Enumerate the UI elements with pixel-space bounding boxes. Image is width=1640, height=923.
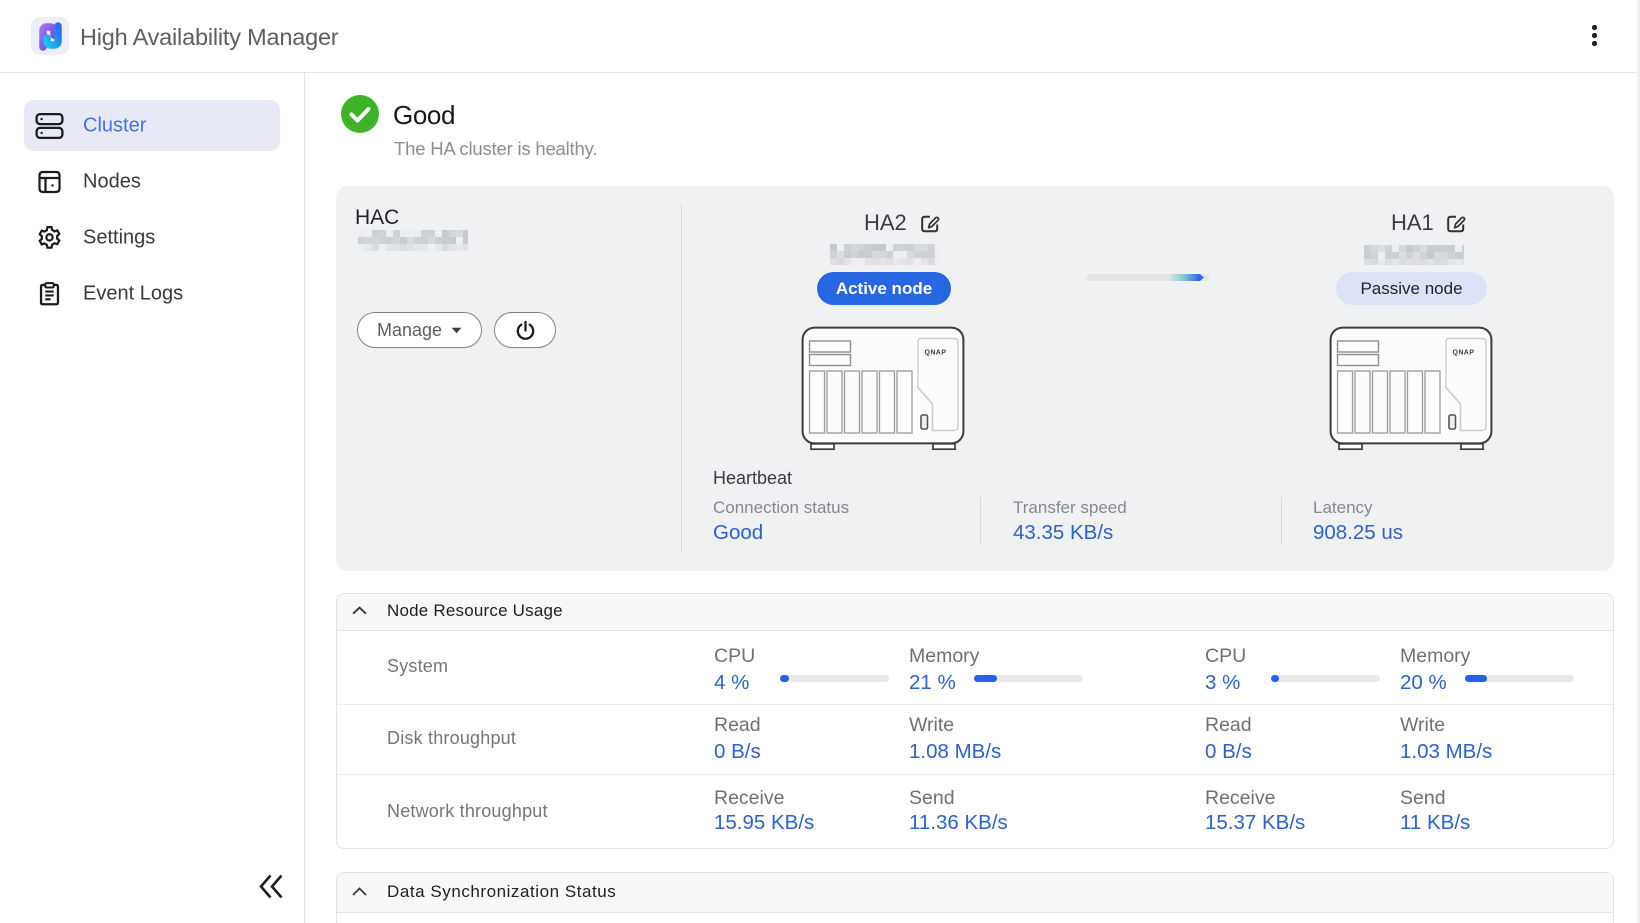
svg-text:QNAP: QNAP: [1453, 350, 1475, 357]
svg-text:QNAP: QNAP: [925, 350, 947, 357]
